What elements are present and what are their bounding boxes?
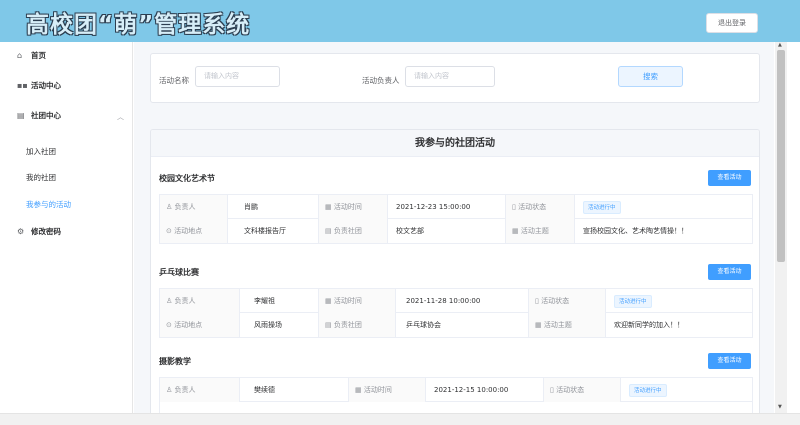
search-panel: 活动名称 请输入内容 活动负责人 请输入内容 搜索 xyxy=(150,53,760,103)
detail-row: ♙ 负责人 樊续德 ▦ 活动时间 2021-12-15 10:00:00 ▯ 活… xyxy=(160,378,752,402)
user-icon: ♙ xyxy=(166,386,175,394)
sidebar-item-label: 活动中心 xyxy=(31,81,61,90)
document-icon: ▦ xyxy=(535,321,544,329)
calendar-icon: ▦ xyxy=(325,297,334,305)
leader-label: ♙ 负责人 xyxy=(160,378,240,402)
status-value: 活动进行中 xyxy=(577,195,747,219)
calendar-icon: ▦ xyxy=(325,203,334,211)
activity-leader-label: 活动负责人 xyxy=(362,76,400,85)
chevron-up-icon[interactable]: ︿ xyxy=(117,112,124,122)
activity-title: 摄影教学 xyxy=(159,357,191,366)
time-label: ▦ 活动时间 xyxy=(318,195,388,219)
scroll-down-icon[interactable]: ▼ xyxy=(778,404,782,410)
status-label: ▯ 活动状态 xyxy=(505,195,575,219)
home-icon: ⌂ xyxy=(17,51,23,60)
gear-icon: ⚙ xyxy=(17,227,25,236)
status-label: ▯ 活动状态 xyxy=(543,378,621,402)
vertical-scrollbar[interactable]: ▲ ▼ xyxy=(775,42,787,413)
sidebar-item-label: 社团中心 xyxy=(31,111,61,120)
sidebar: ⌂ 首页 ▪▪ 活动中心 ▤ 社团中心 ︿ 加入社团 我的社团 我参与的活动 ⚙… xyxy=(0,42,133,425)
building-icon: ▤ xyxy=(17,111,25,120)
sidebar-item-club-center[interactable]: ▤ 社团中心 xyxy=(17,110,61,121)
app-title: 高校团“萌”管理系统 xyxy=(26,12,251,38)
status-value: 活动进行中 xyxy=(623,378,748,402)
status-badge: 活动进行中 xyxy=(614,294,652,308)
club-value: 乒乓球协会 xyxy=(406,321,441,329)
scroll-thumb[interactable] xyxy=(777,50,785,262)
document-icon: ▦ xyxy=(512,227,521,235)
location-value: 文科楼报告厅 xyxy=(244,227,286,235)
office-icon: ▤ xyxy=(325,227,334,235)
activity-title: 校园文化艺术节 xyxy=(159,174,215,183)
sidebar-item-label: 首页 xyxy=(31,51,46,60)
location-icon: ⊙ xyxy=(166,321,175,329)
detail-row: ⊙ 活动地点 文科楼报告厅 ▤ 负责社团 校文艺部 ▦ 活动主题 宣扬校园文化、… xyxy=(160,219,752,243)
sidebar-item-home[interactable]: ⌂ 首页 xyxy=(17,50,46,61)
sidebar-item-label: 修改密码 xyxy=(31,227,61,236)
detail-row: ♙ 负责人 肖鹏 ▦ 活动时间 2021-12-23 15:00:00 ▯ 活动… xyxy=(160,195,752,219)
status-badge: 活动进行中 xyxy=(629,383,667,397)
user-icon: ♙ xyxy=(166,297,175,305)
search-button[interactable]: 搜索 xyxy=(618,66,683,87)
activity-details: ♙ 负责人 樊续德 ▦ 活动时间 2021-12-15 10:00:00 ▯ 活… xyxy=(159,377,753,413)
panel-title: 我参与的社团活动 xyxy=(151,130,759,157)
sidebar-item-my-clubs[interactable]: 我的社团 xyxy=(26,172,56,183)
detail-row: ♙ 负责人 李耀祖 ▦ 活动时间 2021-11-28 10:00:00 ▯ 活… xyxy=(160,289,752,313)
activity-leader-input[interactable]: 请输入内容 xyxy=(405,66,495,87)
view-activity-button[interactable]: 查看活动 xyxy=(708,264,751,280)
time-label: ▦ 活动时间 xyxy=(348,378,426,402)
leader-value: 肖鹏 xyxy=(244,203,258,211)
activity-details: ♙ 负责人 肖鹏 ▦ 活动时间 2021-12-23 15:00:00 ▯ 活动… xyxy=(159,194,753,244)
theme-value: 宣扬校园文化、艺术陶艺情操！！ xyxy=(583,227,688,235)
theme-value: 欢迎新同学的加入！！ xyxy=(614,321,684,329)
time-value: 2021-12-23 15:00:00 xyxy=(396,203,471,211)
view-activity-button[interactable]: 查看活动 xyxy=(708,353,751,369)
top-header: 高校团“萌”管理系统 退出登录 xyxy=(0,0,800,42)
location-label: ⊙ 活动地点 xyxy=(160,219,228,243)
scroll-up-icon[interactable]: ▲ xyxy=(778,42,782,48)
theme-label: ▦ 活动主题 xyxy=(528,313,606,337)
horizontal-scrollbar[interactable] xyxy=(0,413,800,425)
status-value: 活动进行中 xyxy=(608,289,748,313)
calendar-icon: ▦ xyxy=(355,386,364,394)
activity-title: 乒乓球比赛 xyxy=(159,268,199,277)
theme-label: ▦ 活动主题 xyxy=(505,219,575,243)
main-content: 活动名称 请输入内容 活动负责人 请输入内容 搜索 我参与的社团活动 校园文化艺… xyxy=(134,42,774,413)
activity-list-panel: 我参与的社团活动 校园文化艺术节 查看活动 ♙ 负责人 肖鹏 ▦ 活动时间 20… xyxy=(150,129,760,413)
leader-value: 李耀祖 xyxy=(254,297,275,305)
leader-label: ♙ 负责人 xyxy=(160,195,228,219)
club-value: 校文艺部 xyxy=(396,227,424,235)
location-value: 风雨操场 xyxy=(254,321,282,329)
sidebar-item-change-password[interactable]: ⚙ 修改密码 xyxy=(17,226,61,237)
activity-details: ♙ 负责人 李耀祖 ▦ 活动时间 2021-11-28 10:00:00 ▯ 活… xyxy=(159,288,753,338)
status-label: ▯ 活动状态 xyxy=(528,289,606,313)
logout-button[interactable]: 退出登录 xyxy=(706,13,758,33)
leader-label: ♙ 负责人 xyxy=(160,289,240,313)
view-activity-button[interactable]: 查看活动 xyxy=(708,170,751,186)
sidebar-item-join-club[interactable]: 加入社团 xyxy=(26,146,56,157)
activity-name-input[interactable]: 请输入内容 xyxy=(195,66,280,87)
club-label: ▤ 负责社团 xyxy=(318,313,396,337)
time-label: ▦ 活动时间 xyxy=(318,289,396,313)
activity-name-label: 活动名称 xyxy=(159,76,189,85)
status-badge: 活动进行中 xyxy=(583,200,621,214)
grid-icon: ▪▪ xyxy=(17,81,28,90)
leader-value: 樊续德 xyxy=(254,386,275,394)
sidebar-item-my-activities[interactable]: 我参与的活动 xyxy=(26,199,71,210)
club-label: ▤ 负责社团 xyxy=(318,219,388,243)
time-value: 2021-11-28 10:00:00 xyxy=(406,297,481,305)
detail-row: ⊙ 活动地点 风雨操场 ▤ 负责社团 乒乓球协会 ▦ 活动主题 欢迎新同学的加入… xyxy=(160,313,752,337)
time-value: 2021-12-15 10:00:00 xyxy=(434,386,509,394)
location-icon: ⊙ xyxy=(166,227,175,235)
office-icon: ▤ xyxy=(325,321,334,329)
user-icon: ♙ xyxy=(166,203,175,211)
location-label: ⊙ 活动地点 xyxy=(160,313,240,337)
sidebar-item-activity-center[interactable]: ▪▪ 活动中心 xyxy=(17,80,61,91)
